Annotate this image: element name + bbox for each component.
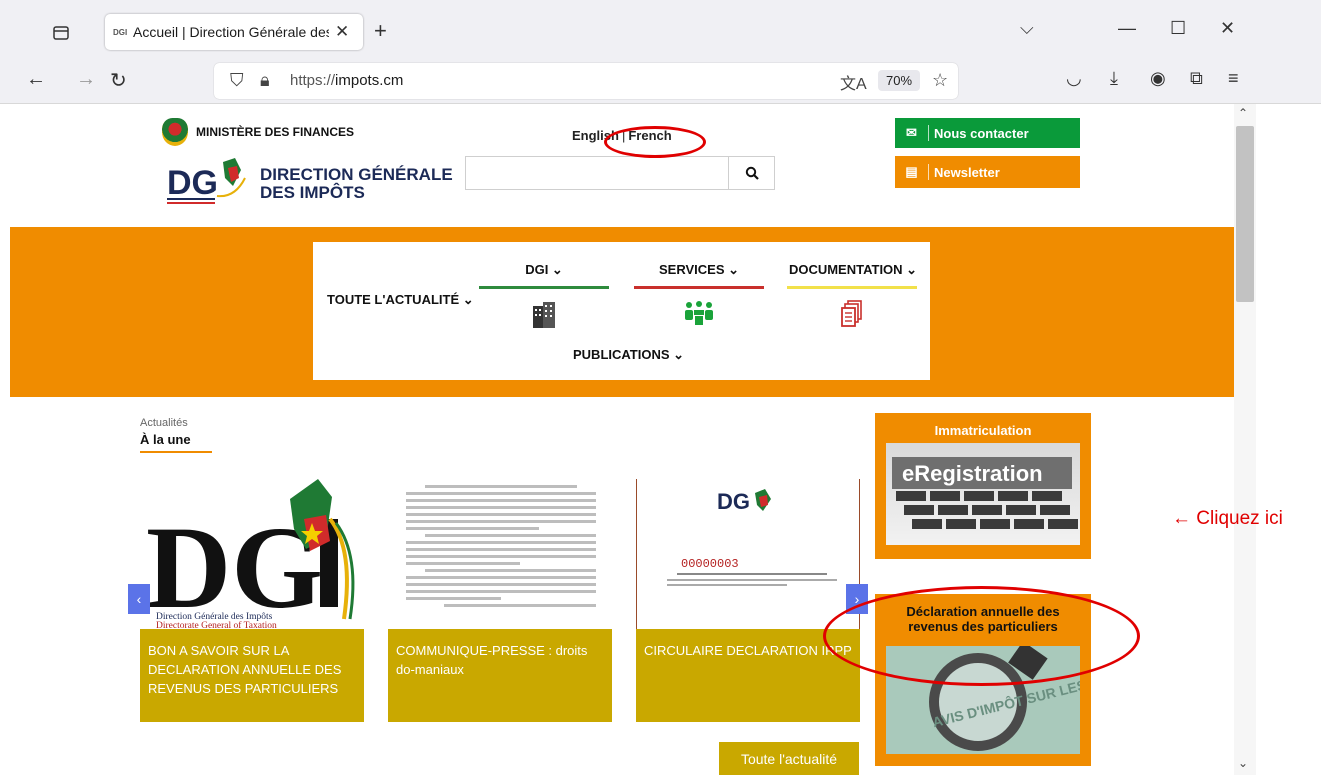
menu-services[interactable]: SERVICES ⌄ bbox=[634, 262, 764, 278]
shield-icon[interactable]: ⛉ bbox=[230, 70, 244, 91]
menu-dgi[interactable]: DGI ⌄ bbox=[479, 262, 609, 278]
doc-number: 00000003 bbox=[681, 557, 739, 571]
search-icon bbox=[745, 166, 759, 180]
navigation-bar: ← → ↻ ⛉ 🔒︎ https://impots.cm 文A 70% ☆ ◡ … bbox=[0, 58, 1321, 104]
ministry-name: MINISTÈRE DES FINANCES bbox=[196, 125, 355, 139]
minimize-icon[interactable]: — bbox=[1118, 18, 1136, 39]
news-card-image[interactable]: DG 00000003 bbox=[636, 479, 860, 629]
dgi-big-logo: DG Direction Générale des Impôts Directo… bbox=[146, 479, 355, 629]
dgi-title-line1: DIRECTION GÉNÉRALE bbox=[260, 165, 453, 184]
url-domain: impots.cm bbox=[335, 72, 404, 89]
cliquez-ici-annotation: ← Cliquez ici bbox=[1172, 508, 1283, 529]
circulaire-preview: DG 00000003 bbox=[667, 489, 837, 586]
news-heading: À la une bbox=[140, 432, 191, 447]
coat-of-arms-icon bbox=[162, 118, 188, 146]
download-icon[interactable]: ⤓ bbox=[1110, 68, 1118, 89]
account-icon[interactable]: ◉ bbox=[1150, 68, 1166, 89]
extensions-icon[interactable]: ⧉ bbox=[1190, 68, 1203, 89]
newsletter-button[interactable]: ▤ Newsletter bbox=[895, 156, 1080, 188]
scroll-up-icon[interactable]: ⌃ bbox=[1238, 106, 1248, 120]
documents-icon[interactable] bbox=[787, 300, 917, 335]
newsletter-label: Newsletter bbox=[934, 164, 1000, 180]
contact-button[interactable]: ✉ Nous contacter bbox=[895, 118, 1080, 148]
zoom-badge[interactable]: 70% bbox=[878, 70, 921, 91]
carousel-prev-button[interactable]: ‹ bbox=[128, 584, 150, 614]
tab-title: Accueil | Direction Générale des Impôts bbox=[133, 24, 329, 40]
ministry-header: MINISTÈRE DES FINANCES bbox=[162, 118, 354, 146]
menu-actualite[interactable]: TOUTE L'ACTUALITÉ ⌄ bbox=[327, 292, 474, 308]
contact-label: Nous contacter bbox=[934, 125, 1029, 141]
svg-text:DG: DG bbox=[717, 489, 750, 514]
news-card[interactable]: DG Direction Générale des Impôts Directo… bbox=[140, 479, 364, 722]
french-highlight-ellipse bbox=[604, 126, 706, 158]
immatriculation-title: Immatriculation bbox=[934, 423, 1032, 438]
news-card-caption[interactable]: COMMUNIQUE-PRESSE : droits do-maniaux bbox=[388, 629, 612, 722]
newspaper-icon: ▤ bbox=[895, 164, 929, 180]
search-button[interactable] bbox=[728, 157, 774, 189]
immatriculation-box[interactable]: Immatriculation eRegistration bbox=[875, 413, 1091, 559]
building-icon[interactable] bbox=[479, 300, 609, 335]
chevron-down-icon[interactable]: ⌵ bbox=[1020, 18, 1034, 39]
outside-gutter bbox=[1256, 104, 1321, 775]
menu-icon[interactable]: ≡ bbox=[1228, 68, 1239, 89]
bookmark-star-icon[interactable]: ☆ bbox=[932, 70, 948, 91]
new-tab-icon[interactable]: + bbox=[374, 18, 387, 44]
url-text[interactable]: https://impots.cm bbox=[290, 72, 403, 89]
news-card-image[interactable] bbox=[388, 479, 612, 629]
tab-favicon: DGI bbox=[113, 27, 128, 37]
menu-documentation[interactable]: DOCUMENTATION ⌄ bbox=[787, 262, 919, 278]
search-input[interactable] bbox=[465, 156, 775, 190]
eregistration-text: eRegistration bbox=[902, 461, 1043, 486]
logo-line2: Directorate General of Taxation bbox=[156, 620, 277, 629]
svg-text:DG: DG bbox=[167, 164, 218, 202]
page-viewport: MINISTÈRE DES FINANCES DG DIRECTION GÉNÉ… bbox=[0, 104, 1240, 775]
main-menu: TOUTE L'ACTUALITÉ ⌄ DGI ⌄ SERVICES ⌄ DOC… bbox=[313, 242, 930, 380]
url-bar[interactable]: ⛉ 🔒︎ https://impots.cm 文A 70% ☆ bbox=[214, 63, 958, 99]
dgi-logo[interactable]: DG bbox=[165, 156, 247, 208]
close-icon[interactable]: ✕ bbox=[335, 22, 349, 42]
url-prefix: https:// bbox=[290, 72, 336, 89]
translate-icon[interactable]: 文A bbox=[840, 70, 867, 94]
dgi-title-line2: DES IMPÔTS bbox=[260, 183, 365, 202]
declaration-highlight-ellipse bbox=[823, 586, 1140, 686]
all-news-button[interactable]: Toute l'actualité bbox=[719, 742, 859, 775]
reload-icon[interactable]: ↻ bbox=[110, 68, 127, 93]
browser-chrome: DGI Accueil | Direction Générale des Imp… bbox=[0, 0, 1321, 104]
document-preview bbox=[406, 485, 596, 611]
back-icon[interactable]: ← bbox=[26, 68, 46, 91]
news-section-label: Actualités bbox=[140, 417, 188, 429]
menu-documentation-underline bbox=[787, 286, 917, 289]
news-heading-underline bbox=[140, 451, 212, 453]
maximize-icon[interactable]: ☐ bbox=[1170, 18, 1186, 39]
news-card[interactable]: COMMUNIQUE-PRESSE : droits do-maniaux bbox=[388, 479, 612, 722]
people-icon[interactable] bbox=[634, 300, 764, 333]
menu-dgi-underline bbox=[479, 286, 609, 289]
menu-publications[interactable]: PUBLICATIONS ⌄ bbox=[573, 347, 684, 363]
menu-services-underline bbox=[634, 286, 764, 289]
forward-icon[interactable]: → bbox=[76, 68, 96, 91]
envelope-icon: ✉ bbox=[895, 125, 929, 141]
lock-icon[interactable]: 🔒︎ bbox=[260, 70, 270, 91]
news-card[interactable]: DG 00000003 CIRCULAIRE DECLARATION IRPP bbox=[636, 479, 860, 722]
browser-tab[interactable]: DGI Accueil | Direction Générale des Imp… bbox=[105, 14, 363, 50]
dgi-title: DIRECTION GÉNÉRALE DES IMPÔTS bbox=[260, 166, 453, 202]
pocket-icon[interactable]: ◡ bbox=[1066, 68, 1082, 89]
news-card-caption[interactable]: BON A SAVOIR SUR LA DECLARATION ANNUELLE… bbox=[140, 629, 364, 722]
window-close-icon[interactable]: ✕ bbox=[1220, 18, 1235, 39]
news-card-image[interactable]: DG Direction Générale des Impôts Directo… bbox=[140, 479, 364, 629]
eregistration-image[interactable]: eRegistration bbox=[886, 443, 1080, 545]
scroll-down-icon[interactable]: ⌄ bbox=[1238, 756, 1248, 770]
tab-list-icon[interactable] bbox=[50, 22, 72, 44]
scrollbar-thumb[interactable] bbox=[1236, 126, 1254, 302]
tab-strip: DGI Accueil | Direction Générale des Imp… bbox=[0, 0, 1321, 58]
